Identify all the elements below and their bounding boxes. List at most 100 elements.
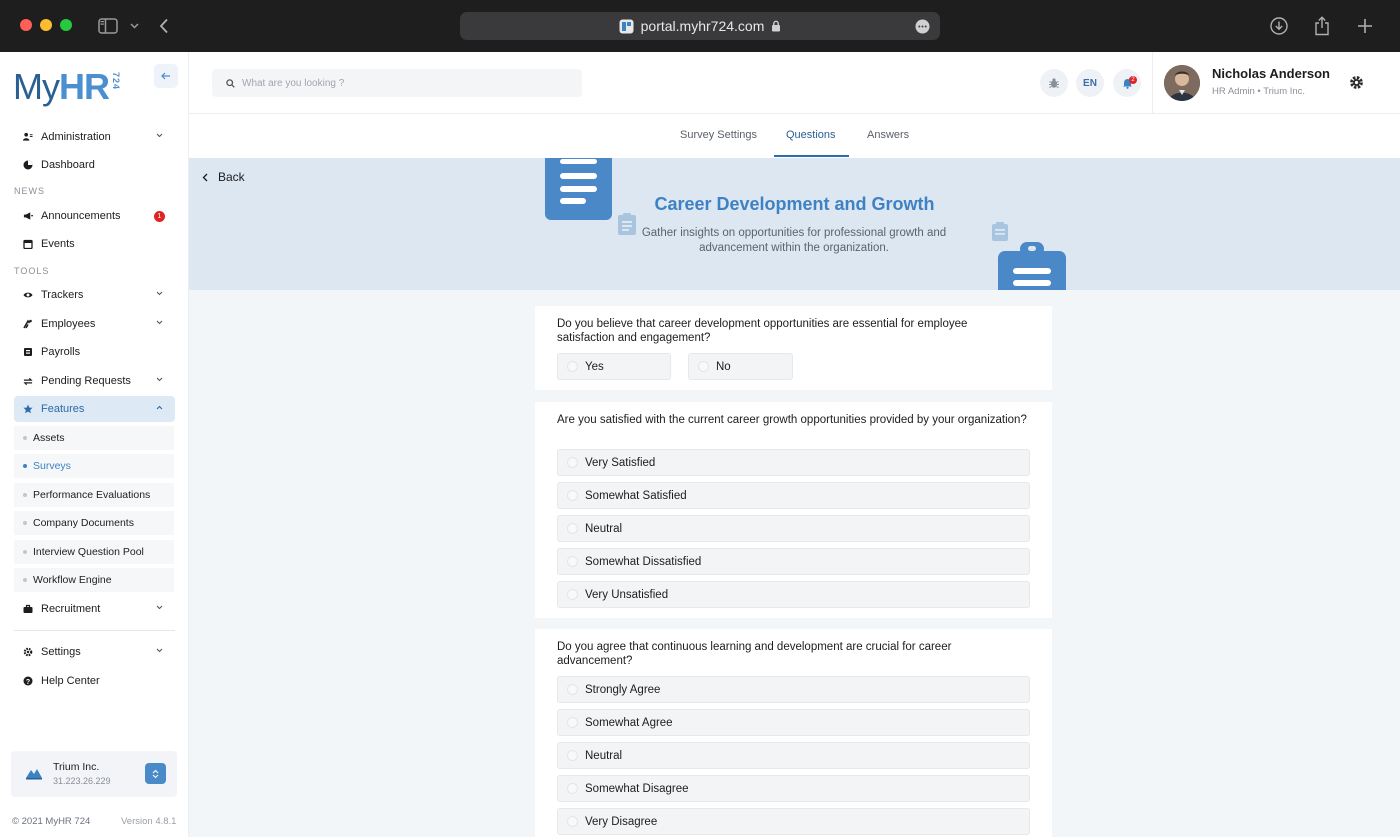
bug-report-button[interactable] (1040, 69, 1068, 97)
sub-nav-workflow-engine[interactable]: Workflow Engine (14, 568, 174, 592)
active-tab-indicator (774, 155, 849, 157)
nav-events[interactable]: Events (14, 231, 175, 257)
nav-dashboard[interactable]: Dashboard (14, 152, 175, 178)
nav-administration[interactable]: Administration (14, 124, 175, 150)
close-window-button[interactable] (20, 19, 32, 31)
sub-nav-surveys-label: Surveys (33, 460, 71, 472)
nav-employees-label: Employees (41, 318, 96, 330)
radio-button[interactable] (567, 490, 578, 501)
footer-copyright: © 2021 MyHR 724 (12, 816, 91, 827)
radio-button[interactable] (567, 717, 578, 728)
question-card: Are you satisfied with the current caree… (535, 402, 1052, 618)
answer-option[interactable]: Strongly Agree (557, 676, 1030, 703)
radio-button[interactable] (567, 589, 578, 600)
megaphone-icon (23, 211, 33, 221)
radio-button[interactable] (567, 750, 578, 761)
radio-button[interactable] (567, 816, 578, 827)
nav-administration-label: Administration (41, 131, 111, 143)
sub-nav-surveys[interactable]: Surveys (14, 454, 174, 478)
nav-dashboard-label: Dashboard (41, 159, 95, 171)
announcements-badge: 1 (154, 211, 165, 222)
share-icon[interactable] (1312, 14, 1332, 38)
option-label: No (716, 360, 731, 373)
minimize-window-button[interactable] (40, 19, 52, 31)
nav-settings-label: Settings (41, 646, 81, 658)
tab-survey-settings[interactable]: Survey Settings (680, 129, 757, 141)
company-switcher[interactable]: Trium Inc. 31.223.26.229 (11, 751, 177, 797)
answer-option[interactable]: Somewhat Agree (557, 709, 1030, 736)
answer-option[interactable]: Very Unsatisfied (557, 581, 1030, 608)
nav-trackers[interactable]: Trackers (14, 282, 175, 308)
page-options-icon[interactable] (915, 19, 930, 39)
company-name: Trium Inc. (53, 761, 100, 773)
nav-features[interactable]: Features (14, 396, 175, 422)
radio-button[interactable] (567, 684, 578, 695)
option-label: Very Satisfied (585, 456, 656, 469)
radio-button[interactable] (567, 556, 578, 567)
radio-button[interactable] (698, 361, 709, 372)
url-bar[interactable]: portal.myhr724.com (460, 12, 940, 40)
language-label: EN (1083, 77, 1097, 89)
answer-option[interactable]: Somewhat Satisfied (557, 482, 1030, 509)
survey-banner: Back Career Development and Growth Gathe… (189, 158, 1400, 290)
collapse-sidebar-button[interactable] (154, 64, 178, 88)
download-icon[interactable] (1268, 14, 1290, 38)
answer-option[interactable]: Very Satisfied (557, 449, 1030, 476)
nav-recruitment[interactable]: Recruitment (14, 596, 175, 622)
chevron-down-icon (156, 291, 163, 296)
company-switch-button[interactable] (145, 763, 166, 784)
nav-payrolls[interactable]: Payrolls (14, 339, 175, 365)
answer-option[interactable]: Neutral (557, 742, 1030, 769)
swap-arrows-icon (23, 376, 33, 386)
new-tab-plus-icon[interactable] (1355, 14, 1375, 38)
nav-payrolls-label: Payrolls (41, 346, 81, 358)
sub-nav-interview-question-pool[interactable]: Interview Question Pool (14, 540, 174, 564)
radio-button[interactable] (567, 523, 578, 534)
section-news: NEWS (14, 186, 45, 196)
language-button[interactable]: EN (1076, 69, 1104, 97)
user-name: Nicholas Anderson (1212, 66, 1330, 81)
answer-option[interactable]: Yes (557, 353, 671, 380)
browser-back-icon[interactable] (157, 14, 171, 38)
gear-icon[interactable] (1349, 75, 1364, 95)
answer-option[interactable]: No (688, 353, 793, 380)
question-text: Do you believe that career development o… (557, 318, 968, 344)
nav-settings[interactable]: Settings (14, 639, 175, 665)
nav-pending-requests[interactable]: Pending Requests (14, 368, 175, 394)
nav-help-center[interactable]: ? Help Center (14, 668, 175, 694)
chevron-down-icon[interactable] (128, 14, 140, 38)
site-favicon-icon (619, 19, 634, 33)
company-logo-icon (26, 769, 42, 780)
back-label: Back (218, 170, 245, 184)
notifications-button[interactable]: 2 (1113, 69, 1141, 97)
sub-nav-performance-evaluations[interactable]: Performance Evaluations (14, 483, 174, 507)
search-bar[interactable] (212, 69, 582, 97)
sub-nav-company-documents[interactable]: Company Documents (14, 511, 174, 535)
back-button[interactable]: Back (202, 170, 245, 184)
sidebar-toggle-icon[interactable] (97, 14, 119, 38)
sub-nav-assets[interactable]: Assets (14, 426, 174, 450)
radio-button[interactable] (567, 457, 578, 468)
answer-option[interactable]: Somewhat Disagree (557, 775, 1030, 802)
clipboard-illustration (545, 158, 1066, 290)
avatar[interactable] (1164, 65, 1200, 101)
employees-icon (23, 319, 33, 329)
sub-nav-assets-label: Assets (33, 432, 65, 444)
tab-answers[interactable]: Answers (867, 129, 909, 141)
answer-option[interactable]: Somewhat Dissatisfied (557, 548, 1030, 575)
answer-option[interactable]: Very Disagree (557, 808, 1030, 835)
nav-employees[interactable]: Employees (14, 311, 175, 337)
maximize-window-button[interactable] (60, 19, 72, 31)
bug-icon (1049, 78, 1059, 88)
radio-button[interactable] (567, 783, 578, 794)
answer-option[interactable]: Neutral (557, 515, 1030, 542)
nav-announcements[interactable]: Announcements 1 (14, 203, 175, 229)
tab-questions[interactable]: Questions (786, 129, 836, 141)
search-input[interactable] (242, 77, 562, 89)
radio-button[interactable] (567, 361, 578, 372)
myhr-logo[interactable]: My HR 724 (13, 68, 121, 106)
bullet-dot (23, 521, 27, 525)
option-label: Very Unsatisfied (585, 588, 669, 601)
bullet-dot (23, 493, 27, 497)
question-card: Do you agree that continuous learning an… (535, 629, 1052, 837)
